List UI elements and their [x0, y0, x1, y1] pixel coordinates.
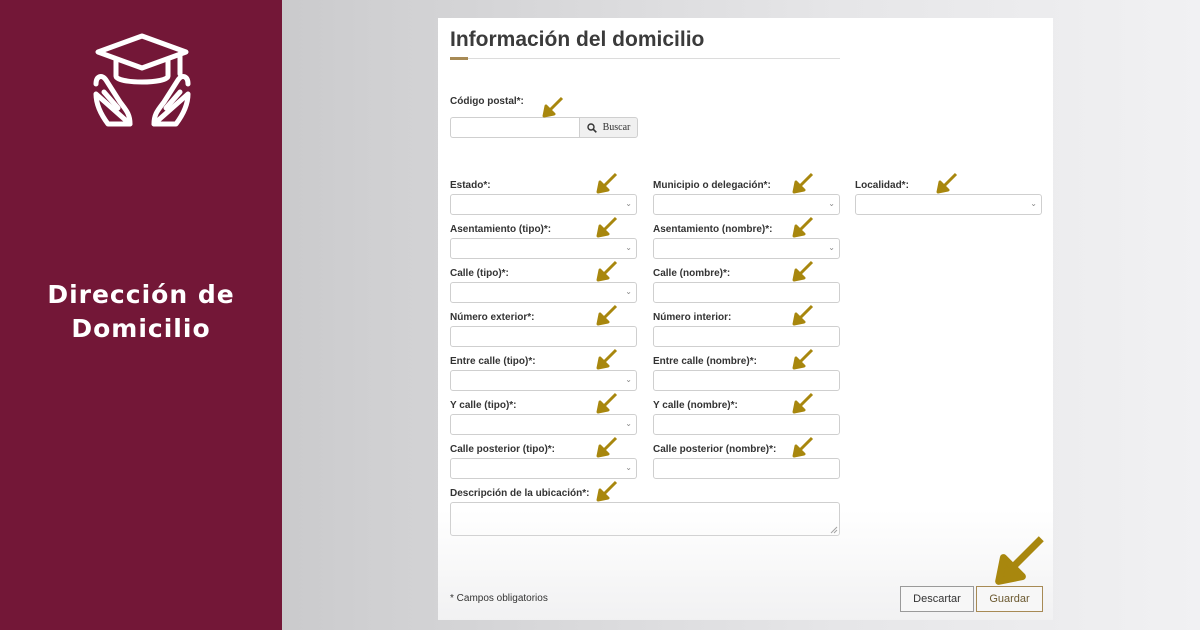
- estado-label: Estado*:: [450, 180, 491, 191]
- required-fields-note: * Campos obligatorios: [450, 593, 548, 604]
- annotation-arrow-icon: [596, 436, 618, 458]
- calle-posterior-tipo-label: Calle posterior (tipo)*:: [450, 444, 556, 455]
- title-accent-bar: [450, 57, 468, 60]
- chevron-down-icon: ⌄: [625, 287, 632, 296]
- annotation-arrow-icon: [596, 304, 618, 326]
- annotation-arrow-icon: [792, 436, 814, 458]
- numero-exterior-input[interactable]: [450, 326, 637, 347]
- calle-posterior-nombre-label: Calle posterior (nombre)*:: [653, 444, 777, 455]
- annotation-arrow-icon: [596, 260, 618, 282]
- chevron-down-icon: ⌄: [1030, 199, 1037, 208]
- annotation-arrow-icon: [596, 172, 618, 194]
- municipio-label: Municipio o delegación*:: [653, 180, 771, 191]
- graduation-cap-hands-icon: [93, 33, 191, 127]
- save-annotation-arrow-icon: [995, 536, 1044, 585]
- search-icon: [586, 122, 597, 133]
- chevron-down-icon: ⌄: [828, 243, 835, 252]
- numero-interior-input[interactable]: [653, 326, 840, 347]
- sidebar-title: Dirección de Domicilio: [0, 278, 282, 346]
- localidad-label: Localidad*:: [855, 180, 909, 191]
- annotation-arrow-icon: [936, 172, 958, 194]
- entre-calle-tipo-select[interactable]: ⌄: [450, 370, 637, 391]
- annotation-arrow-icon: [792, 172, 814, 194]
- chevron-down-icon: ⌄: [625, 463, 632, 472]
- chevron-down-icon: ⌄: [625, 419, 632, 428]
- localidad-select[interactable]: ⌄: [855, 194, 1042, 215]
- entre-calle-tipo-label: Entre calle (tipo)*:: [450, 356, 536, 367]
- y-calle-nombre-input[interactable]: [653, 414, 840, 435]
- calle-posterior-nombre-input[interactable]: [653, 458, 840, 479]
- annotation-arrow-icon: [792, 348, 814, 370]
- postal-code-label: Código postal*:: [450, 96, 524, 107]
- chevron-down-icon: ⌄: [625, 375, 632, 384]
- municipio-select[interactable]: ⌄: [653, 194, 840, 215]
- sidebar-title-line-2: Domicilio: [71, 314, 211, 343]
- annotation-arrow-icon: [792, 304, 814, 326]
- y-calle-tipo-label: Y calle (tipo)*:: [450, 400, 517, 411]
- descripcion-textarea[interactable]: [450, 502, 840, 536]
- annotation-arrow-icon: [596, 348, 618, 370]
- asentamiento-nombre-select[interactable]: ⌄: [653, 238, 840, 259]
- estado-select[interactable]: ⌄: [450, 194, 637, 215]
- postal-code-input[interactable]: [450, 117, 579, 138]
- sidebar-title-line-1: Dirección de: [47, 280, 235, 309]
- annotation-arrow-icon: [792, 260, 814, 282]
- annotation-arrow-icon: [596, 480, 618, 502]
- chevron-down-icon: ⌄: [828, 199, 835, 208]
- search-button[interactable]: Buscar: [579, 117, 638, 138]
- asentamiento-tipo-select[interactable]: ⌄: [450, 238, 637, 259]
- entre-calle-nombre-input[interactable]: [653, 370, 840, 391]
- annotation-arrow-icon: [596, 392, 618, 414]
- annotation-arrow-icon: [792, 216, 814, 238]
- calle-tipo-label: Calle (tipo)*:: [450, 268, 509, 279]
- entre-calle-nombre-label: Entre calle (nombre)*:: [653, 356, 757, 367]
- annotation-arrow-icon: [792, 392, 814, 414]
- chevron-down-icon: ⌄: [625, 243, 632, 252]
- title-divider: [450, 58, 840, 59]
- asentamiento-tipo-label: Asentamiento (tipo)*:: [450, 224, 552, 235]
- calle-nombre-label: Calle (nombre)*:: [653, 268, 731, 279]
- numero-interior-label: Número interior:: [653, 312, 732, 323]
- asentamiento-nombre-label: Asentamiento (nombre)*:: [653, 224, 773, 235]
- search-button-label: Buscar: [602, 122, 631, 133]
- annotation-arrow-icon: [542, 96, 564, 118]
- annotation-arrow-icon: [596, 216, 618, 238]
- address-form-panel: Información del domicilio Código postal*…: [438, 18, 1053, 620]
- y-calle-tipo-select[interactable]: ⌄: [450, 414, 637, 435]
- form-title: Información del domicilio: [450, 28, 705, 51]
- y-calle-nombre-label: Y calle (nombre)*:: [653, 400, 738, 411]
- chevron-down-icon: ⌄: [625, 199, 632, 208]
- calle-nombre-input[interactable]: [653, 282, 840, 303]
- calle-tipo-select[interactable]: ⌄: [450, 282, 637, 303]
- save-button[interactable]: Guardar: [976, 586, 1043, 612]
- numero-exterior-label: Número exterior*:: [450, 312, 535, 323]
- resize-handle-icon[interactable]: [830, 526, 838, 534]
- sidebar: Dirección de Domicilio: [0, 0, 282, 630]
- discard-button[interactable]: Descartar: [900, 586, 974, 612]
- calle-posterior-tipo-select[interactable]: ⌄: [450, 458, 637, 479]
- descripcion-label: Descripción de la ubicación*:: [450, 488, 590, 499]
